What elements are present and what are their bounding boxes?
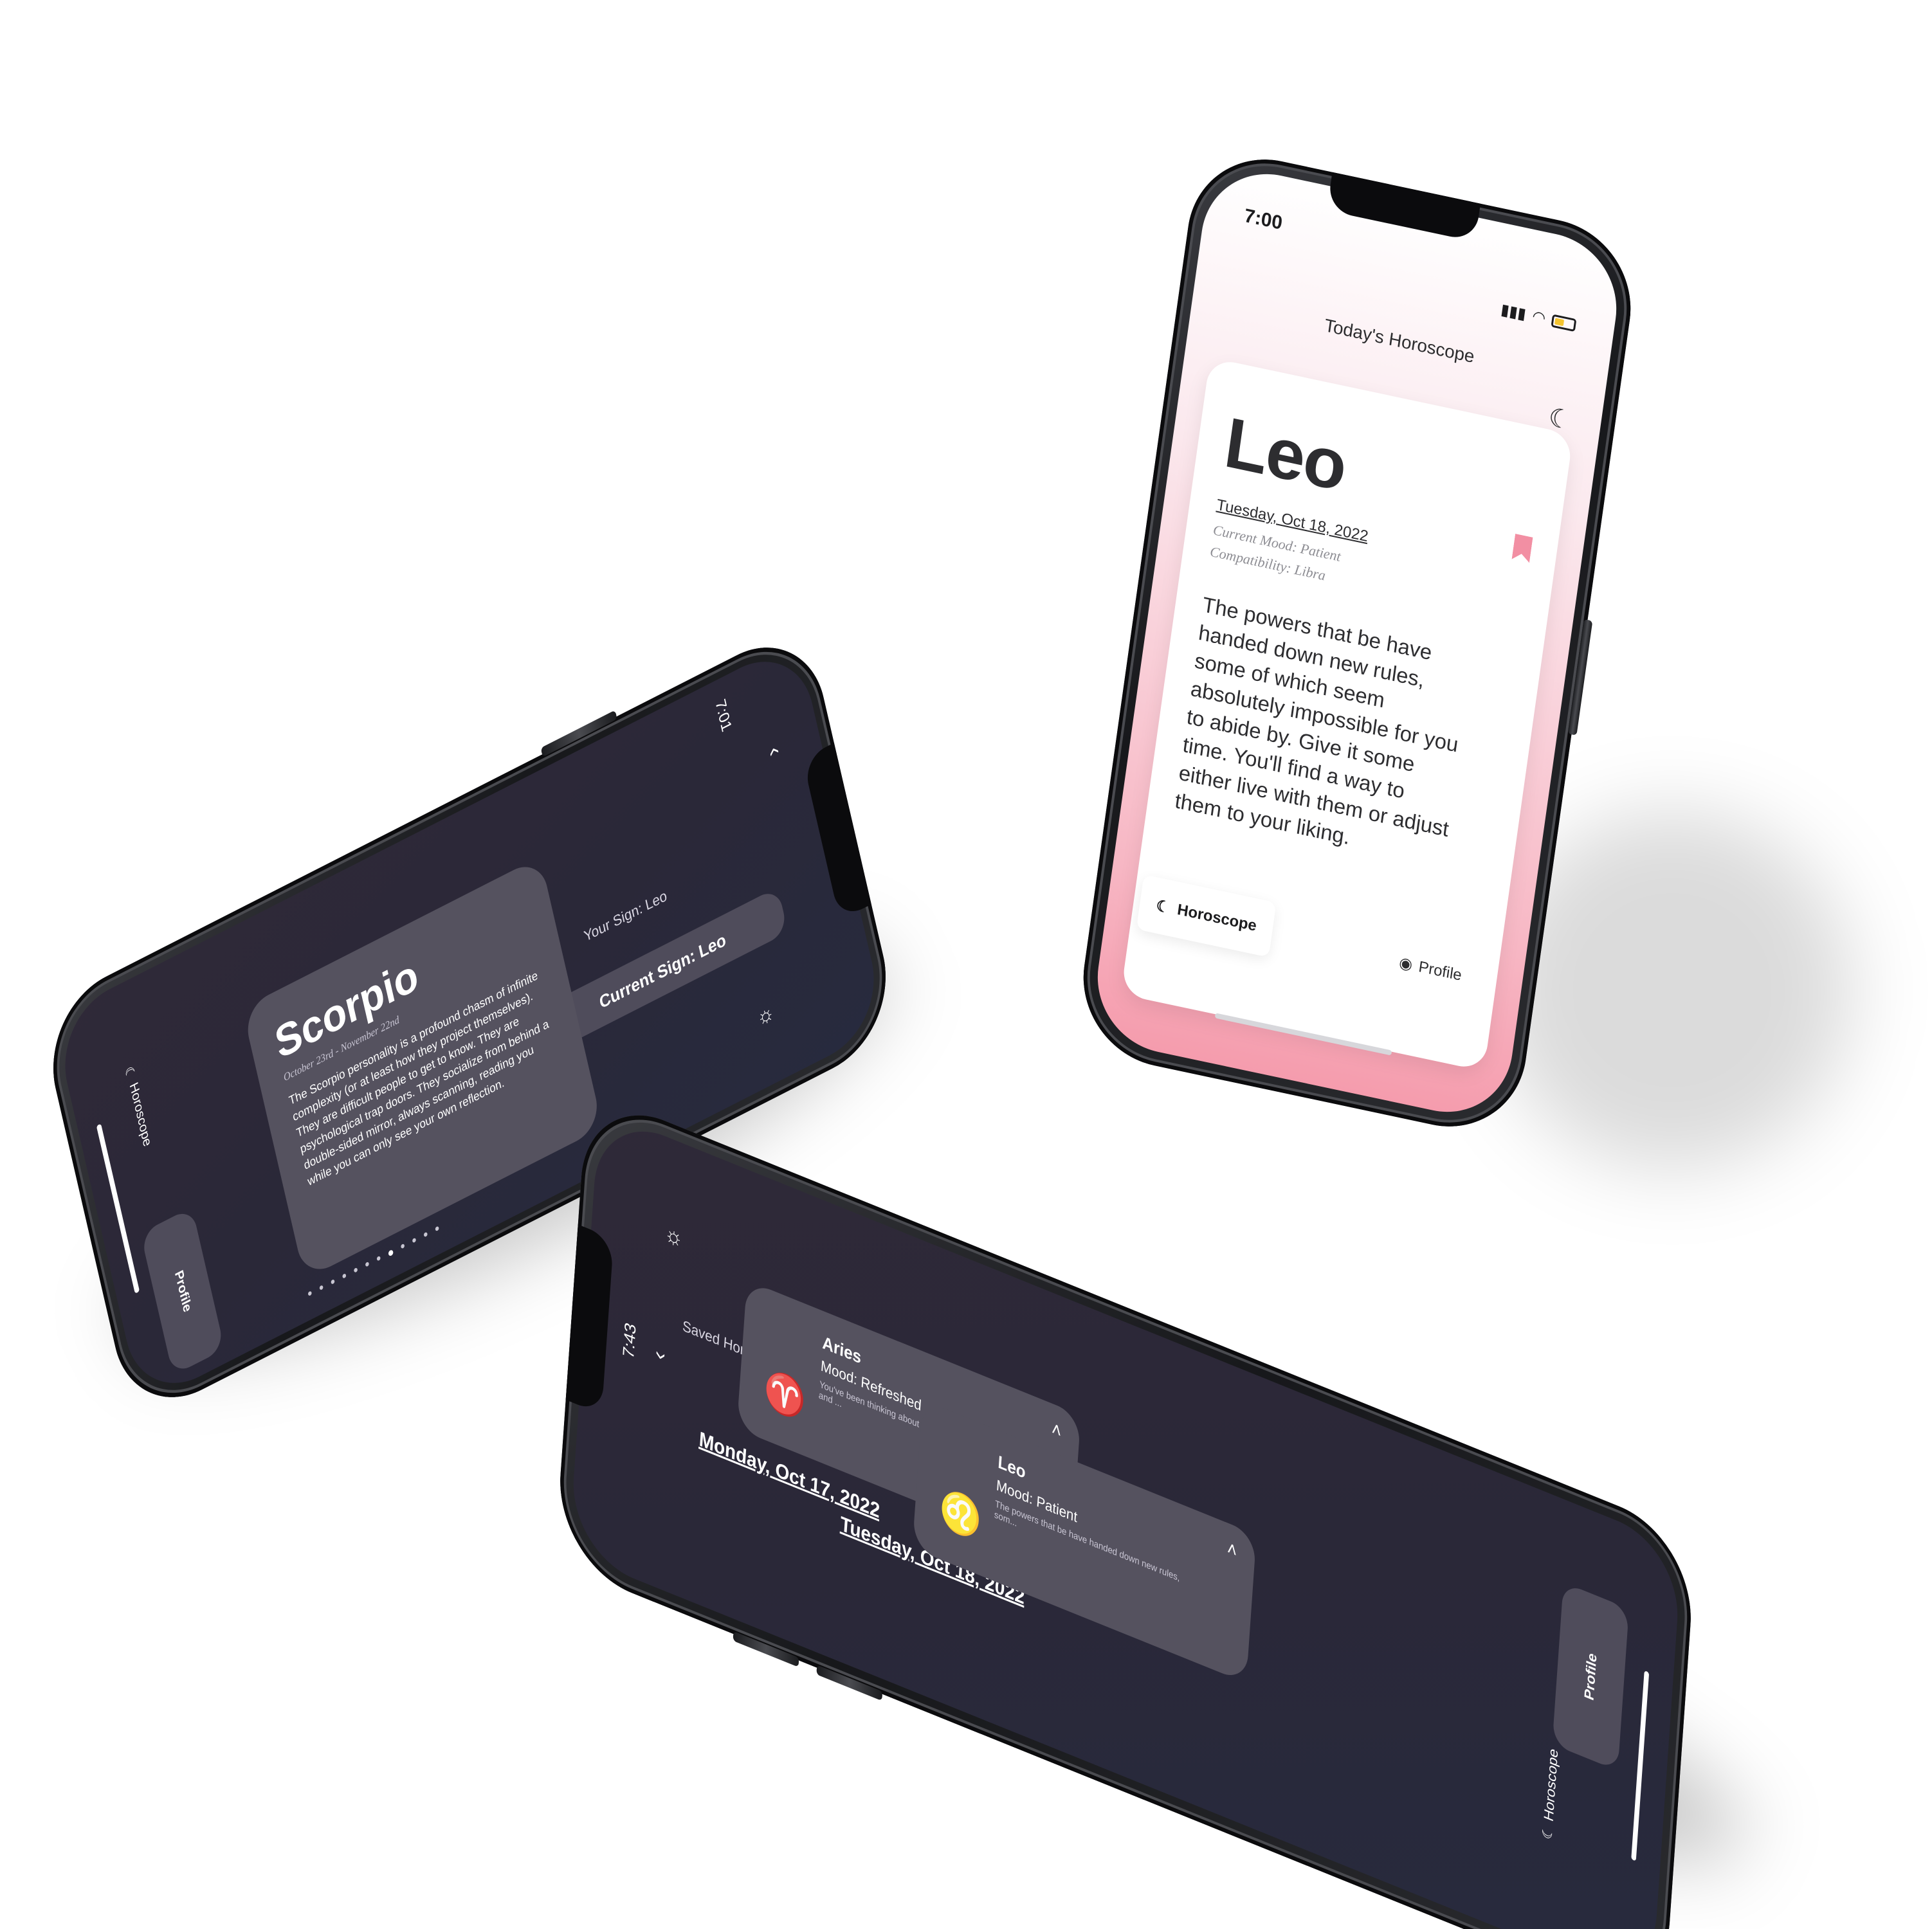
page-dot[interactable] (365, 1261, 370, 1267)
profile-icon: ◉ (1398, 954, 1414, 974)
page-dot[interactable] (342, 1273, 347, 1279)
signal-icon: ▮▮▮ (1499, 300, 1527, 323)
saved-horoscopes-screen: 7:43 ‹ ☼ Saved Horoscopes Monday, Oct 17… (569, 1109, 1682, 1929)
wifi-icon: ◠ (1531, 307, 1547, 328)
tab-profile[interactable]: Profile (1552, 1582, 1629, 1771)
back-arrow-icon[interactable]: ‹ (763, 742, 787, 761)
battery-icon (1551, 313, 1577, 332)
page-dot[interactable] (307, 1291, 313, 1297)
page-dot[interactable] (319, 1285, 324, 1291)
tab-profile-label: Profile (172, 1267, 194, 1315)
horoscope-text: The powers that be have handed down new … (1173, 592, 1460, 849)
page-header: Your Sign: Leo (582, 887, 669, 945)
status-icons: ▮▮▮ ◠ (1500, 300, 1577, 334)
tab-horoscope-label: Horoscope (1540, 1745, 1561, 1824)
back-arrow-icon[interactable]: ‹ (648, 1347, 671, 1364)
tab-horoscope-label: Horoscope (127, 1080, 154, 1149)
phone-saved-horoscopes: 7:43 ‹ ☼ Saved Horoscopes Monday, Oct 17… (554, 1089, 1697, 1929)
tab-horoscope[interactable]: ☾ Horoscope (122, 1064, 154, 1150)
crescent-star-icon: ☾ (122, 1064, 138, 1082)
status-time: 7:01 (712, 696, 735, 735)
crescent-star-icon: ☾ (1154, 896, 1171, 917)
tab-horoscope-label: Horoscope (1176, 900, 1258, 935)
chevron-up-icon[interactable]: ˄ (1051, 1417, 1062, 1443)
power-button (1567, 619, 1593, 736)
home-indicator[interactable] (1631, 1670, 1650, 1861)
zodiac-aries-icon: ♈ (762, 1364, 808, 1424)
page-dot[interactable] (376, 1255, 381, 1262)
page-dot[interactable] (388, 1249, 394, 1257)
horoscope-card: Leo Tuesday, Oct 18, 2022 Current Mood: … (1120, 357, 1574, 1072)
page-dot[interactable] (331, 1279, 335, 1285)
page-dot[interactable] (400, 1243, 405, 1249)
sign-name: Leo (1220, 402, 1351, 507)
saved-entry-card[interactable]: ♌ Leo Mood: Patient The powers that be h… (912, 1399, 1257, 1683)
bookmark-icon[interactable] (1511, 534, 1533, 563)
page-dot[interactable] (435, 1226, 439, 1232)
tab-profile-label: Profile (1581, 1650, 1599, 1703)
sun-icon[interactable]: ☼ (754, 999, 777, 1031)
page-dot[interactable] (353, 1267, 358, 1273)
tab-horoscope[interactable]: ☾ Horoscope (1540, 1746, 1562, 1842)
mockup-scene: 7:01 ‹ Your Sign: Leo ☼ Current Sign: Le… (0, 0, 1932, 1929)
page-dot[interactable] (412, 1237, 417, 1244)
status-time: 7:00 (1243, 204, 1284, 234)
current-sign-label: Current Sign: Leo (597, 928, 728, 1013)
tab-profile[interactable]: Profile (140, 1207, 225, 1376)
chevron-up-icon[interactable]: ˄ (1226, 1537, 1237, 1562)
page-dot[interactable] (423, 1231, 428, 1238)
crescent-star-icon: ☾ (1539, 1822, 1556, 1843)
status-time: 7:43 (619, 1319, 640, 1361)
home-indicator[interactable] (96, 1123, 140, 1294)
sun-icon[interactable]: ☼ (664, 1220, 684, 1254)
zodiac-leo-icon: ♌ (938, 1484, 983, 1544)
